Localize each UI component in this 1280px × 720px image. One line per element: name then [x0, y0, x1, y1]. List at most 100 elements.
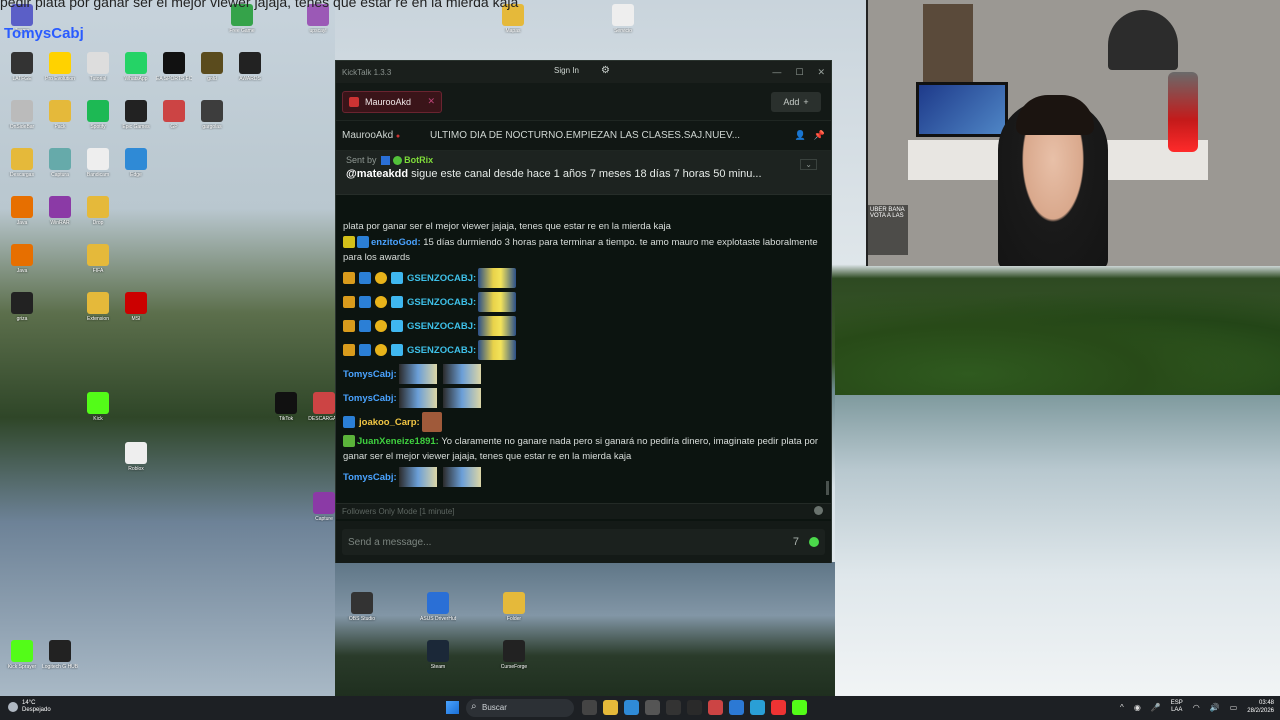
volume-icon[interactable]: 🔊 — [1210, 703, 1220, 712]
brave-icon[interactable] — [708, 700, 723, 715]
chat-username[interactable]: TomysCabj: — [343, 391, 397, 406]
desktop-icon[interactable]: Spotify — [80, 100, 116, 130]
desktop-icon[interactable]: TikTok — [268, 392, 304, 422]
desktop-icon-label: LATFGE — [12, 76, 32, 82]
kick-emote-icon[interactable] — [809, 537, 819, 547]
desktop-icon[interactable]: OnSideBar — [4, 100, 40, 130]
desktop-icon[interactable]: EA SPORTS FC — [156, 52, 192, 82]
desktop-icon[interactable]: LATFGE — [4, 52, 40, 82]
chat-username[interactable]: TomysCabj: — [343, 367, 397, 382]
desktop-icon[interactable]: OBS Studio — [344, 592, 380, 622]
desktop-icon[interactable]: Kick Sprayer — [4, 640, 40, 670]
gear-icon[interactable]: ⚙ — [601, 65, 610, 76]
mic-icon[interactable]: 🎤 — [1151, 703, 1161, 712]
chat-username[interactable]: GSENZOCABJ: — [407, 295, 476, 310]
info-icon[interactable] — [814, 506, 823, 515]
task-view-icon[interactable] — [582, 700, 597, 715]
desktop-icon[interactable]: AWARDS — [232, 52, 268, 82]
desktop-icon[interactable]: ASUS DriverHub — [420, 592, 456, 622]
chevron-up-icon[interactable]: ^ — [1120, 703, 1124, 712]
taskbar-search[interactable]: Buscar — [466, 699, 574, 717]
user-icon[interactable]: 👤 — [795, 130, 806, 141]
desktop-icon[interactable]: griza — [4, 292, 40, 322]
channel-avatar — [349, 96, 359, 107]
desktop-icon[interactable]: Steam — [420, 640, 456, 670]
kick-icon[interactable] — [792, 700, 807, 715]
clock[interactable]: 03:48 28/2/2026 — [1247, 699, 1274, 715]
mm-icon[interactable] — [687, 700, 702, 715]
edge-icon[interactable] — [624, 700, 639, 715]
desktop-icon[interactable]: Descargas — [4, 148, 40, 178]
chat-username[interactable]: joakoo_Carp: — [359, 415, 420, 430]
desktop-icon[interactable]: Java — [4, 244, 40, 274]
desktop-icon[interactable]: gold — [194, 52, 230, 82]
weather-temp: 14°C — [22, 700, 36, 706]
windows-start-icon[interactable] — [446, 701, 459, 714]
obs-icon[interactable] — [771, 700, 786, 715]
system-tray: ^ ◉ 🎤 ESP LAA ◠ 🔊 ▭ 03:48 28/2/2026 — [1120, 699, 1274, 715]
desktop-icon-label: ASUS DriverHub — [420, 616, 456, 622]
desktop-icon[interactable]: Edge — [118, 148, 154, 178]
desktop-icon[interactable]: Java — [4, 196, 40, 226]
pinned-mention[interactable]: @mateakdd — [346, 168, 408, 180]
pinned-message: Sent by BotRix @mateakdd sigue este cana… — [336, 151, 831, 195]
weather-icon[interactable] — [8, 702, 18, 712]
add-channel-button[interactable]: Add + — [771, 92, 821, 112]
chat-username[interactable]: GSENZOCABJ: — [407, 271, 476, 286]
desktop-icon[interactable]: Drop — [80, 196, 116, 226]
ea-fc-icon[interactable] — [666, 700, 681, 715]
desktop-icon[interactable]: FIFA — [80, 244, 116, 274]
language-indicator[interactable]: ESP LAA — [1171, 700, 1183, 714]
app-icon[interactable] — [729, 700, 744, 715]
sign-in-button[interactable]: Sign In — [554, 66, 579, 75]
chat-username[interactable]: TomysCabj: — [343, 470, 397, 485]
window-titlebar[interactable]: KickTalk 1.3.3 Sign In ⚙ — ☐ ✕ — [336, 61, 831, 83]
desktop-icon[interactable]: Roblox — [118, 442, 154, 472]
desktop-icon[interactable]: Captura — [42, 148, 78, 178]
desktop-icon-label: Mapas — [505, 28, 521, 34]
cam-microphone — [1168, 72, 1198, 152]
channel-tab-mauroakd[interactable]: MaurooAkd ✕ — [342, 90, 442, 113]
badge-1-icon — [375, 296, 387, 308]
minimize-icon[interactable]: — — [772, 67, 781, 78]
desktop-icon[interactable]: Pack — [42, 100, 78, 130]
maximize-icon[interactable]: ☐ — [795, 67, 803, 78]
close-tab-icon[interactable]: ✕ — [427, 96, 435, 107]
desktop-icon[interactable]: Tutorial — [80, 52, 116, 82]
desktop-icon[interactable]: Logitech G HUB — [42, 640, 78, 670]
channel-name[interactable]: MaurooAkd ● — [342, 130, 430, 141]
close-icon[interactable]: ✕ — [817, 67, 825, 78]
chat-username[interactable]: enzitoGod: — [371, 237, 421, 248]
car-emote-icon — [398, 388, 437, 408]
chevron-down-icon[interactable]: ⌄ — [800, 159, 817, 170]
seventv-emote-icon[interactable]: 7 — [793, 536, 799, 548]
chat-username[interactable]: JuanXeneize1891: — [357, 436, 439, 447]
network-icon[interactable]: ◉ — [1134, 703, 1141, 712]
app-icon[interactable] — [750, 700, 765, 715]
desktop-icon[interactable]: WhatsApp — [118, 52, 154, 82]
app-icon[interactable] — [645, 700, 660, 715]
desktop-icon[interactable]: Folder — [496, 592, 532, 622]
weather-widget[interactable]: 14°C Despejado — [22, 700, 51, 714]
chat-username[interactable]: GSENZOCABJ: — [407, 319, 476, 334]
desktop-icon[interactable]: Extension — [80, 292, 116, 322]
desktop-icon[interactable]: gargolas — [194, 100, 230, 130]
desktop-icon[interactable]: Bandicam — [80, 148, 116, 178]
wifi-icon[interactable]: ◠ — [1193, 703, 1200, 712]
pinned-text: sigue este canal desde hace 1 años 7 mes… — [411, 168, 762, 181]
chat-scrollbar[interactable] — [826, 481, 829, 495]
message-input[interactable]: Send a message... 7 — [342, 529, 825, 555]
battery-icon[interactable]: ▭ — [1230, 703, 1238, 712]
desktop-icon[interactable]: CurseForge — [496, 640, 532, 670]
desktop-icon[interactable]: Pro Evolution — [42, 52, 78, 82]
desktop-icon[interactable]: WinRAR — [42, 196, 78, 226]
pin-icon[interactable]: 📌 — [814, 130, 825, 141]
desktop-icon[interactable]: MSI — [118, 292, 154, 322]
desktop-icon[interactable]: Kick — [80, 392, 116, 422]
desktop-icon[interactable]: Servicio — [605, 4, 641, 34]
chat-username[interactable]: GSENZOCABJ: — [407, 343, 476, 358]
desktop-icon[interactable]: Epic Games — [118, 100, 154, 130]
desktop-icon[interactable]: GP — [156, 100, 192, 130]
file-explorer-icon[interactable] — [603, 700, 618, 715]
pinned-bot-name[interactable]: BotRix — [404, 155, 433, 165]
